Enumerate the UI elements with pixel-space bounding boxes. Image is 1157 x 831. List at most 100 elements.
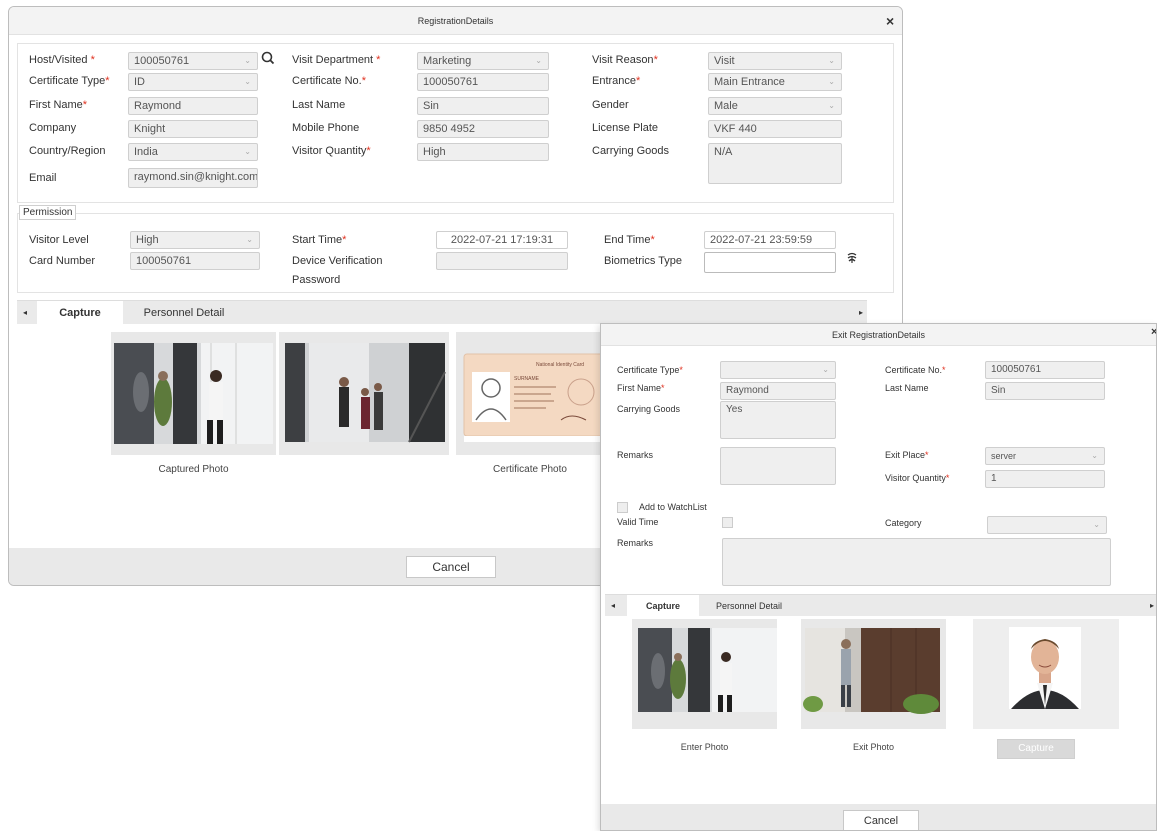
email-field[interactable]: raymond.sin@knight.com (128, 168, 258, 188)
first-name-label: First Name* (29, 99, 88, 111)
company-label: Company (29, 122, 77, 134)
carrying-goods-label: Carrying Goods (592, 145, 670, 157)
exit-place-select[interactable]: server ⌄ (985, 447, 1105, 465)
exit-remarks-field[interactable] (720, 447, 836, 485)
exit-cancel-button[interactable]: Cancel (843, 810, 919, 830)
arrow-right-icon[interactable]: ▸ (859, 301, 863, 325)
chevron-down-icon: ⌄ (246, 235, 253, 244)
carrying-goods-field[interactable]: N/A (708, 143, 842, 184)
start-time-field[interactable]: 2022-07-21 17:19:31 (436, 231, 568, 249)
entrance-label: Entrance* (592, 75, 641, 87)
valid-time-checkbox[interactable] (722, 517, 733, 528)
visit-department-label: Visit Department * (292, 54, 381, 66)
exit-last-name-field[interactable]: Sin (985, 382, 1105, 400)
tab-personnel-detail[interactable]: Personnel Detail (123, 301, 245, 325)
exit-last-name-label: Last Name (885, 383, 929, 393)
arrow-right-icon[interactable]: ▸ (1150, 595, 1154, 617)
biometrics-type-field[interactable] (704, 252, 836, 273)
close-icon[interactable]: × (886, 13, 894, 29)
enter-photo-caption: Enter Photo (680, 742, 729, 752)
exit-remarks2-field[interactable] (722, 538, 1111, 586)
exit-first-name-field[interactable]: Raymond (720, 382, 836, 400)
category-select[interactable]: ⌄ (987, 516, 1107, 534)
certificate-type-select[interactable]: ID ⌄ (128, 73, 258, 91)
exit-certificate-type-label: Certificate Type* (617, 365, 683, 375)
country-region-label: Country/Region (29, 145, 106, 157)
card-national-text: National Identity Card (536, 362, 584, 368)
captured-photo-caption: Captured Photo (158, 464, 229, 475)
entrance-select[interactable]: Main Entrance ⌄ (708, 73, 842, 91)
chevron-down-icon: ⌄ (1093, 520, 1100, 529)
start-time-label: Start Time* (292, 234, 347, 246)
host-visited-label: Host/Visited * (29, 54, 95, 66)
certificate-type-label: Certificate Type* (29, 75, 110, 87)
gender-label: Gender (592, 99, 629, 111)
device-verification-password-field[interactable] (436, 252, 568, 270)
fingerprint-icon[interactable] (846, 252, 858, 264)
search-icon[interactable] (261, 51, 275, 65)
captured-photo-image-2 (279, 332, 449, 455)
visit-reason-label: Visit Reason* (592, 54, 658, 66)
exit-tab-capture[interactable]: Capture (627, 595, 699, 617)
end-time-label: End Time* (604, 234, 655, 246)
exit-place-label: Exit Place* (885, 450, 929, 460)
biometrics-type-label: Biometrics Type (604, 255, 683, 267)
cancel-button[interactable]: Cancel (406, 556, 496, 578)
host-visited-select[interactable]: 100050761 ⌄ (128, 52, 258, 70)
exit-registration-details-dialog: Exit RegistrationDetails × Certificate T… (600, 323, 1157, 831)
tab-capture[interactable]: Capture (37, 301, 123, 325)
exit-photo-card (801, 619, 946, 729)
exit-certificate-type-select[interactable]: ⌄ (720, 361, 836, 379)
exit-tab-personnel-detail[interactable]: Personnel Detail (699, 595, 799, 617)
mobile-phone-field[interactable]: 9850 4952 (417, 120, 549, 138)
captured-photo-card-2 (279, 332, 449, 455)
chevron-down-icon: ⌄ (828, 77, 835, 86)
visitor-level-label: Visitor Level (29, 234, 89, 246)
captured-photo-card (111, 332, 276, 455)
visitor-quantity-field[interactable]: High (417, 143, 549, 161)
mobile-phone-label: Mobile Phone (292, 122, 360, 134)
enter-photo-card (632, 619, 777, 729)
first-name-field[interactable]: Raymond (128, 97, 258, 115)
visit-reason-select[interactable]: Visit ⌄ (708, 52, 842, 70)
add-to-watchlist-label: Add to WatchList (639, 502, 707, 512)
add-to-watchlist-checkbox[interactable] (617, 502, 628, 513)
exit-photo-caption: Exit Photo (852, 742, 895, 752)
exit-dialog-title: Exit RegistrationDetails (831, 330, 926, 340)
chevron-down-icon: ⌄ (244, 147, 251, 156)
personnel-photo-image (973, 619, 1119, 729)
card-number-field[interactable]: 100050761 (130, 252, 260, 270)
exit-certificate-no-field[interactable]: 100050761 (985, 361, 1105, 379)
company-field[interactable]: Knight (128, 120, 258, 138)
personnel-photo-card (973, 619, 1119, 729)
arrow-left-icon[interactable]: ◂ (23, 301, 27, 325)
exit-carrying-goods-field[interactable]: Yes (720, 401, 836, 439)
certificate-photo-card: National Identity Card SURNAME (456, 332, 604, 455)
arrow-left-icon[interactable]: ◂ (611, 595, 615, 617)
exit-capture-tabs: ◂ Capture Personnel Detail ▸ (605, 594, 1156, 617)
end-time-field[interactable]: 2022-07-21 23:59:59 (704, 231, 836, 249)
exit-remarks2-label: Remarks (617, 538, 654, 548)
last-name-field[interactable]: Sin (417, 97, 549, 115)
permission-legend: Permission (19, 205, 77, 220)
chevron-down-icon: ⌄ (244, 56, 251, 65)
gender-select[interactable]: Male ⌄ (708, 97, 842, 115)
exit-carrying-goods-label: Carrying Goods (617, 404, 681, 414)
dialog-titlebar: RegistrationDetails (9, 7, 902, 35)
country-region-select[interactable]: India ⌄ (128, 143, 258, 161)
category-label: Category (885, 518, 922, 528)
exit-first-name-label: First Name* (617, 383, 665, 393)
exit-dialog-titlebar: Exit RegistrationDetails (601, 324, 1156, 346)
certificate-no-field[interactable]: 100050761 (417, 73, 549, 91)
license-plate-field[interactable]: VKF 440 (708, 120, 842, 138)
exit-visitor-quantity-field[interactable]: 1 (985, 470, 1105, 488)
certificate-photo-caption: Certificate Photo (493, 464, 567, 475)
capture-button[interactable]: Capture (997, 739, 1075, 759)
close-icon[interactable]: × (1151, 326, 1156, 338)
visit-department-select[interactable]: Marketing ⌄ (417, 52, 549, 70)
device-verification-label-2: Password (292, 274, 341, 286)
certificate-no-label: Certificate No.* (292, 75, 366, 87)
visitor-level-select[interactable]: High ⌄ (130, 231, 260, 249)
chevron-down-icon: ⌄ (828, 56, 835, 65)
chevron-down-icon: ⌄ (244, 77, 251, 86)
